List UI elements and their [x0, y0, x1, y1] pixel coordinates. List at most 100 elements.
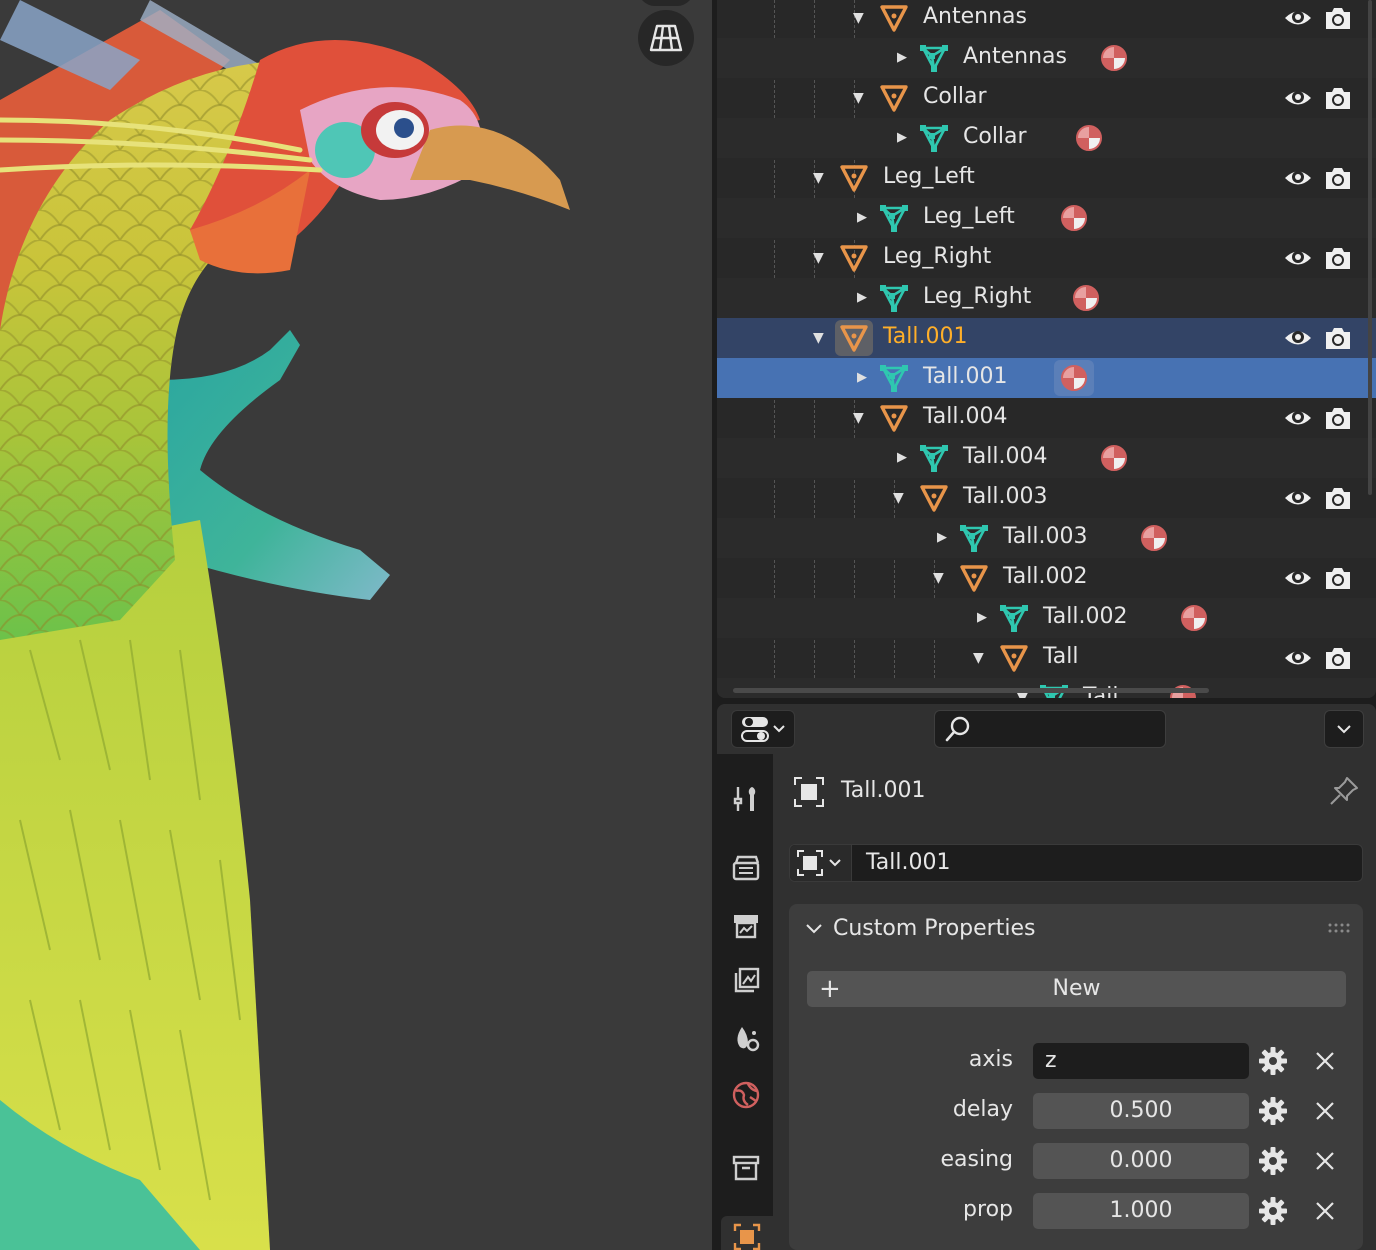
- outliner-item-label[interactable]: Tall.001: [923, 362, 1008, 392]
- outliner-item-label[interactable]: Tall.001: [883, 322, 968, 352]
- material-icon[interactable]: [1100, 444, 1128, 472]
- mesh-icon[interactable]: [918, 442, 950, 474]
- outliner-mesh-row[interactable]: ▶ Tall.004: [717, 438, 1376, 478]
- pin-icon[interactable]: [1327, 774, 1361, 808]
- datablock-name-field[interactable]: Tall.001: [866, 847, 951, 879]
- outliner-object-row[interactable]: ▼ Tall: [717, 638, 1376, 678]
- outliner-object-row[interactable]: ▼ Tall.004: [717, 398, 1376, 438]
- vertical-scrollbar[interactable]: [1368, 0, 1372, 495]
- collapse-triangle-icon[interactable]: ▼: [813, 170, 824, 186]
- horizontal-scrollbar[interactable]: [733, 688, 1209, 693]
- outliner-item-label[interactable]: Tall.004: [923, 402, 1008, 432]
- eye-visibility-icon[interactable]: [1283, 323, 1313, 353]
- object-icon[interactable]: [878, 402, 910, 434]
- outliner-item-label[interactable]: Leg_Right: [923, 282, 1031, 312]
- property-number-field[interactable]: 0.500: [1033, 1093, 1249, 1129]
- material-icon[interactable]: [1075, 124, 1103, 152]
- gear-icon[interactable]: [1257, 1195, 1289, 1227]
- outliner-object-row[interactable]: ▼ Antennas: [717, 0, 1376, 38]
- collapse-triangle-icon[interactable]: ▼: [853, 10, 864, 26]
- object-icon[interactable]: [838, 162, 870, 194]
- outliner-object-row[interactable]: ▼ Collar: [717, 78, 1376, 118]
- eye-visibility-icon[interactable]: [1283, 483, 1313, 513]
- eye-visibility-icon[interactable]: [1283, 643, 1313, 673]
- property-number-field[interactable]: 1.000: [1033, 1193, 1249, 1229]
- tab-output-icon[interactable]: [725, 904, 767, 946]
- properties-search-input[interactable]: [934, 710, 1166, 748]
- outliner-mesh-row[interactable]: ▶ Leg_Right: [717, 278, 1376, 318]
- eye-visibility-icon[interactable]: [1283, 163, 1313, 193]
- outliner-mesh-row[interactable]: ▶ Antennas: [717, 38, 1376, 78]
- outliner-item-label[interactable]: Tall.002: [1043, 602, 1128, 632]
- outliner-item-label[interactable]: Tall.004: [963, 442, 1048, 472]
- eye-visibility-icon[interactable]: [1283, 83, 1313, 113]
- outliner-item-label[interactable]: Leg_Left: [923, 202, 1015, 232]
- outliner-panel[interactable]: ▼ Antennas ▶ Antennas ▼ Collar ▶ Collar ▼ Leg_Lef…: [717, 0, 1376, 698]
- eye-visibility-icon[interactable]: [1283, 3, 1313, 33]
- outliner-item-label[interactable]: Collar: [923, 82, 987, 112]
- new-property-button[interactable]: + New: [807, 971, 1346, 1007]
- drag-grip-icon[interactable]: [1327, 922, 1351, 934]
- close-icon[interactable]: [1311, 1097, 1339, 1125]
- mesh-icon[interactable]: [918, 122, 950, 154]
- tab-tool-icon[interactable]: [725, 778, 767, 820]
- outliner-item-label[interactable]: Tall.003: [1003, 522, 1088, 552]
- expand-triangle-icon[interactable]: ▶: [857, 370, 867, 386]
- gear-icon[interactable]: [1257, 1045, 1289, 1077]
- datablock-browse-button[interactable]: [790, 845, 852, 881]
- mesh-icon[interactable]: [958, 522, 990, 554]
- outliner-object-row[interactable]: ▼ Tall.002: [717, 558, 1376, 598]
- tab-view-layer-icon[interactable]: [725, 960, 767, 1002]
- mesh-icon[interactable]: [918, 42, 950, 74]
- material-icon[interactable]: [1140, 524, 1168, 552]
- outliner-object-row[interactable]: ▼ Leg_Right: [717, 238, 1376, 278]
- outliner-item-label[interactable]: Tall.002: [1003, 562, 1088, 592]
- camera-render-icon[interactable]: [1323, 563, 1353, 593]
- object-icon[interactable]: [838, 322, 870, 354]
- tab-world-icon[interactable]: [725, 1074, 767, 1116]
- gear-icon[interactable]: [1257, 1145, 1289, 1177]
- outliner-mesh-row[interactable]: ▶ Tall.002: [717, 598, 1376, 638]
- outliner-item-label[interactable]: Leg_Left: [883, 162, 975, 192]
- collapse-triangle-icon[interactable]: ▼: [813, 330, 824, 346]
- collapse-triangle-icon[interactable]: ▼: [933, 570, 944, 586]
- collapse-triangle-icon[interactable]: ▼: [853, 90, 864, 106]
- camera-render-icon[interactable]: [1323, 403, 1353, 433]
- close-icon[interactable]: [1311, 1047, 1339, 1075]
- 3d-viewport[interactable]: [0, 0, 712, 1250]
- camera-render-icon[interactable]: [1323, 243, 1353, 273]
- object-datablock-selector[interactable]: Tall.001: [789, 844, 1363, 882]
- outliner-item-label[interactable]: Antennas: [963, 42, 1067, 72]
- expand-triangle-icon[interactable]: ▶: [857, 290, 867, 306]
- material-icon[interactable]: [1180, 604, 1208, 632]
- outliner-item-label[interactable]: Antennas: [923, 2, 1027, 32]
- outliner-item-label[interactable]: Collar: [963, 122, 1027, 152]
- collapse-triangle-icon[interactable]: ▼: [893, 490, 904, 506]
- material-icon[interactable]: [1060, 364, 1088, 392]
- mesh-icon[interactable]: [878, 282, 910, 314]
- collapse-triangle-icon[interactable]: ▼: [813, 250, 824, 266]
- property-text-field[interactable]: z: [1033, 1043, 1249, 1079]
- object-icon[interactable]: [998, 642, 1030, 674]
- collapse-triangle-icon[interactable]: ▼: [853, 410, 864, 426]
- camera-render-icon[interactable]: [1323, 323, 1353, 353]
- material-icon[interactable]: [1100, 44, 1128, 72]
- mesh-icon[interactable]: [998, 602, 1030, 634]
- material-icon[interactable]: [1060, 204, 1088, 232]
- outliner-mesh-row[interactable]: ▶ Collar: [717, 118, 1376, 158]
- outliner-object-row[interactable]: ▼ Leg_Left: [717, 158, 1376, 198]
- toggle-camera-view-button[interactable]: [638, 10, 694, 66]
- editor-type-dropdown[interactable]: [731, 710, 795, 748]
- tab-scene-icon[interactable]: [725, 1018, 767, 1060]
- outliner-item-label[interactable]: Leg_Right: [883, 242, 991, 272]
- collapse-triangle-icon[interactable]: ▼: [973, 650, 984, 666]
- camera-render-icon[interactable]: [1323, 3, 1353, 33]
- camera-render-icon[interactable]: [1323, 83, 1353, 113]
- camera-render-icon[interactable]: [1323, 643, 1353, 673]
- expand-triangle-icon[interactable]: ▶: [937, 530, 947, 546]
- expand-triangle-icon[interactable]: ▶: [977, 610, 987, 626]
- close-icon[interactable]: [1311, 1147, 1339, 1175]
- gear-icon[interactable]: [1257, 1095, 1289, 1127]
- outliner-mesh-row[interactable]: ▶ Tall.001: [717, 358, 1376, 398]
- object-icon[interactable]: [878, 82, 910, 114]
